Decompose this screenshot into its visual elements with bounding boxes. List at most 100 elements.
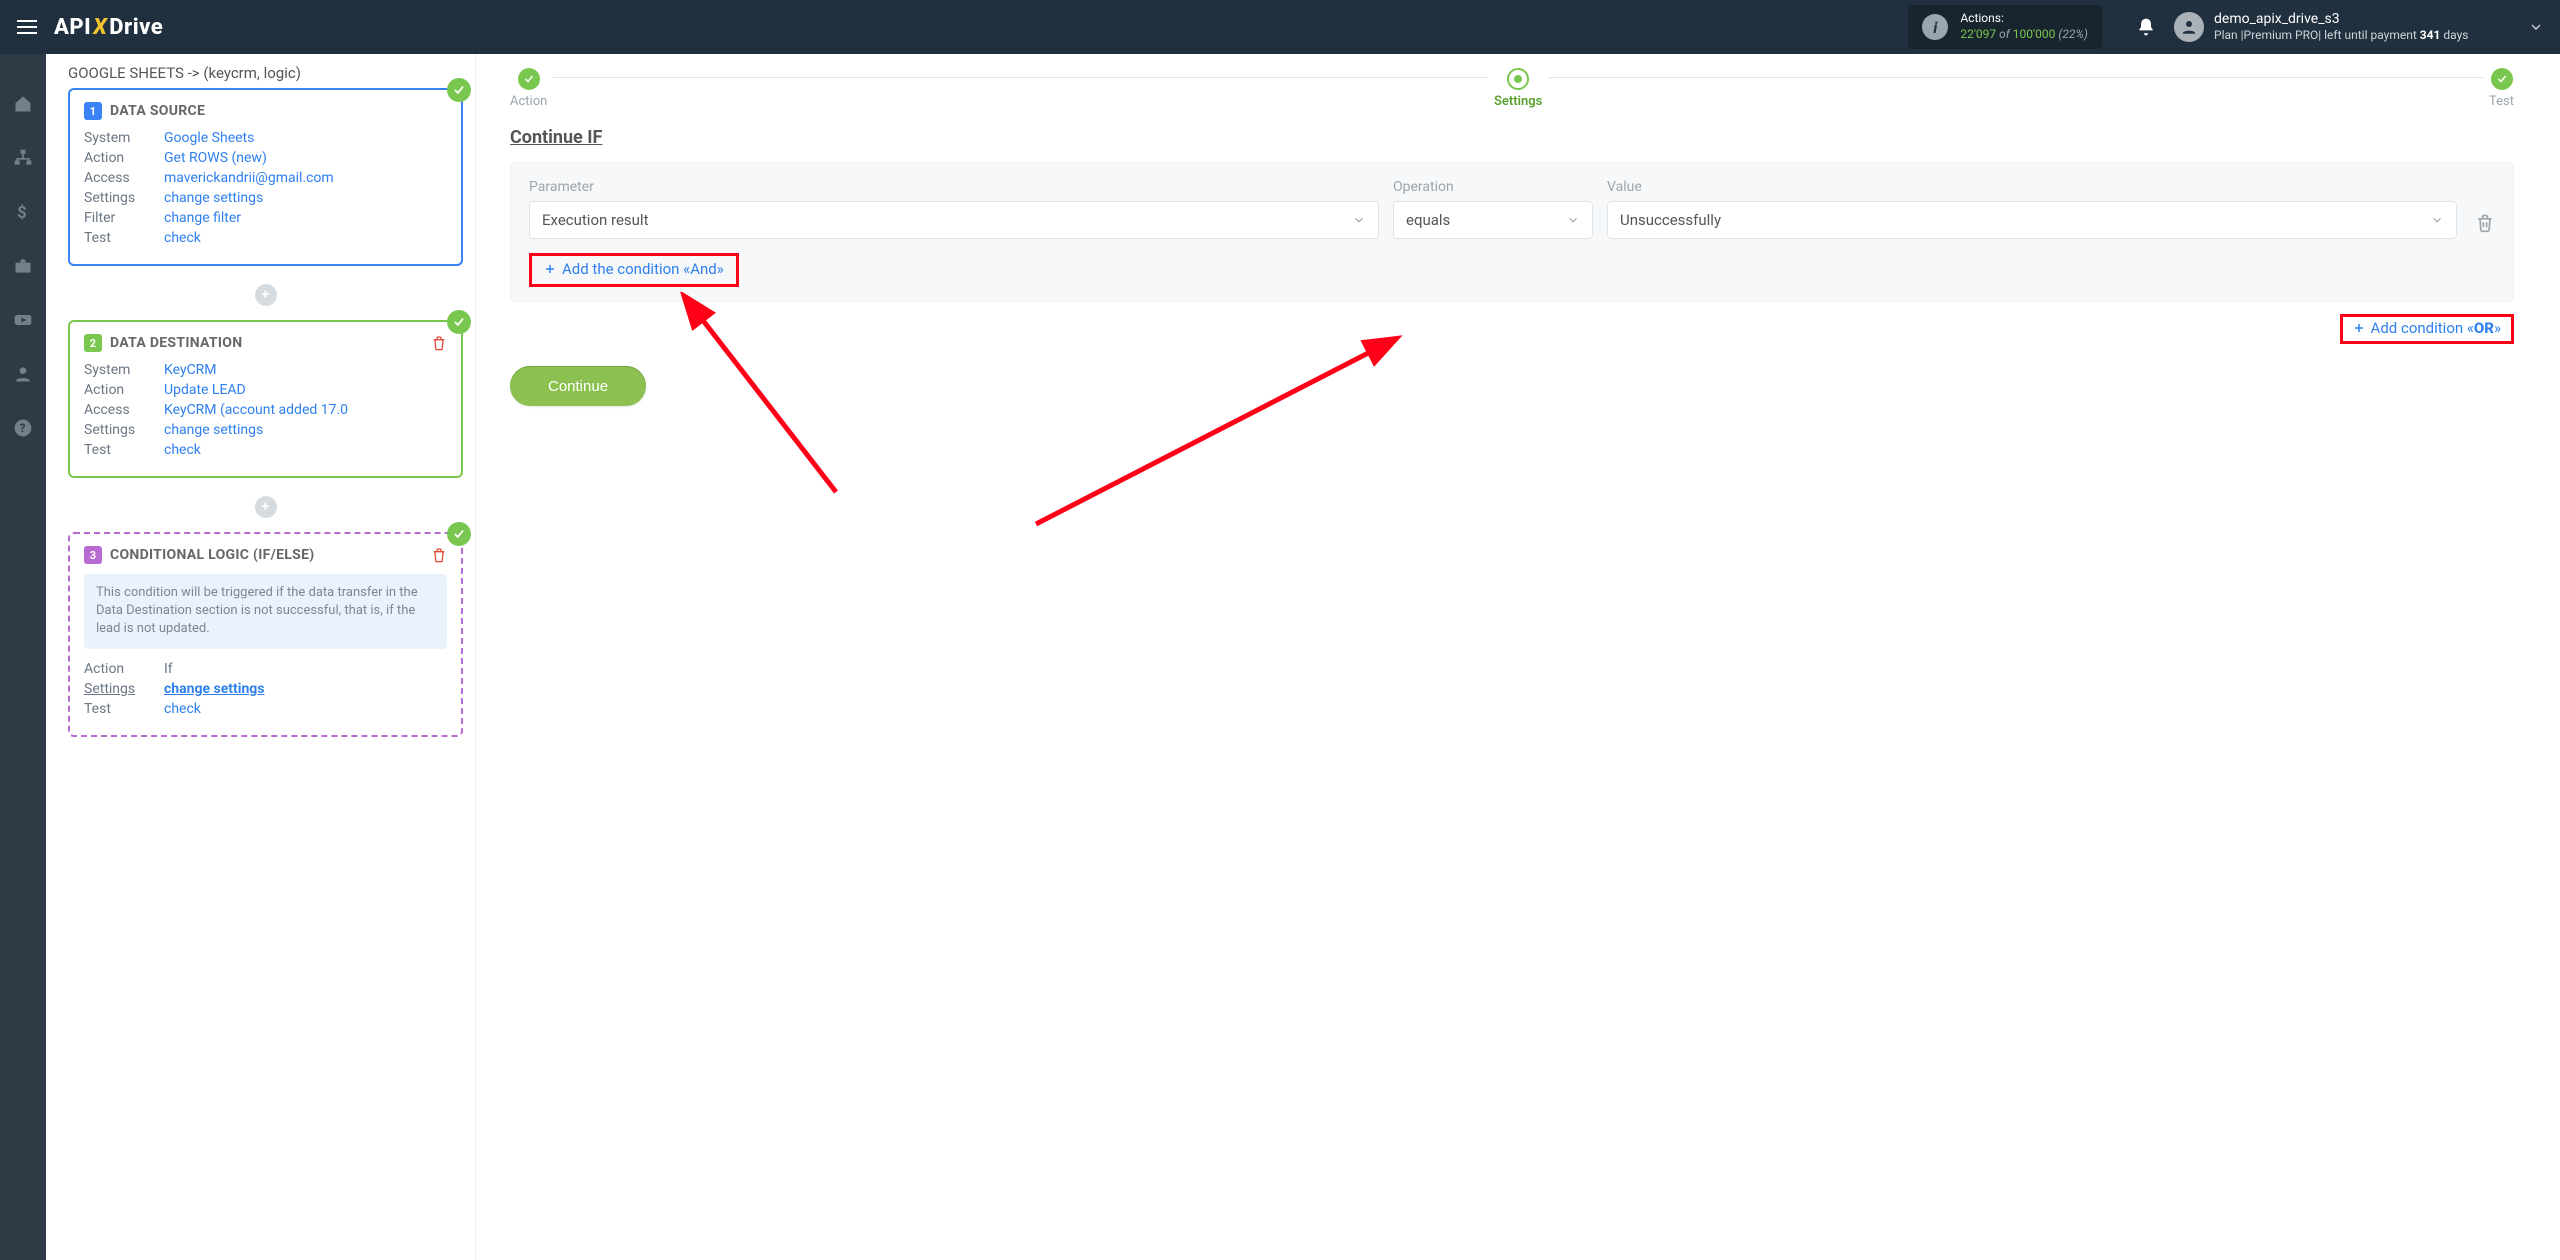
- dollar-icon[interactable]: $: [13, 202, 33, 222]
- card-data-destination[interactable]: 2 DATA DESTINATION SystemKeyCRM ActionUp…: [68, 320, 463, 478]
- label-test: Test: [84, 230, 164, 246]
- continue-button[interactable]: Continue: [510, 366, 646, 406]
- logo-x: X: [93, 15, 107, 40]
- briefcase-icon[interactable]: [13, 256, 33, 276]
- steps: Action Settings Test: [510, 68, 2514, 109]
- check-icon: [447, 310, 471, 334]
- add-and-label: Add the condition «And»: [562, 260, 724, 278]
- main: $ ? GOOGLE SHEETS -> (keycrm, logic) 1 D…: [0, 54, 2560, 1260]
- check-icon: [518, 68, 540, 90]
- value-settings[interactable]: change settings: [164, 422, 263, 438]
- value-test[interactable]: check: [164, 442, 201, 458]
- section-title: Continue IF: [510, 127, 2514, 148]
- value-access[interactable]: KeyCRM (account added 17.0: [164, 402, 348, 418]
- actions-pct: (22%): [2058, 27, 2088, 41]
- info-icon: i: [1922, 14, 1948, 40]
- card-title: CONDITIONAL LOGIC (IF/ELSE): [110, 547, 314, 563]
- operation-value: equals: [1406, 211, 1450, 229]
- field-value: Value Unsuccessfully: [1607, 179, 2457, 239]
- annotation-arrow-right: [1016, 334, 1436, 534]
- value-test[interactable]: check: [164, 230, 201, 246]
- add-or-condition-button[interactable]: Add condition «OR»: [2340, 314, 2514, 344]
- chevron-down-icon: [1352, 213, 1366, 227]
- label-action: Action: [84, 150, 164, 166]
- svg-text:?: ?: [20, 421, 26, 435]
- value-access[interactable]: maverickandrii@gmail.com: [164, 170, 334, 186]
- user-name: demo_apix_drive_s3: [2214, 10, 2468, 28]
- add-step-button[interactable]: +: [255, 496, 277, 518]
- card-data-source[interactable]: 1 DATA SOURCE SystemGoogle Sheets Action…: [68, 88, 463, 266]
- value-filter[interactable]: change filter: [164, 210, 241, 226]
- breadcrumb: GOOGLE SHEETS -> (keycrm, logic): [68, 64, 463, 82]
- value-system[interactable]: KeyCRM: [164, 362, 217, 378]
- actions-label: Actions:: [1960, 11, 2088, 27]
- user-block[interactable]: demo_apix_drive_s3 Plan |Premium PRO| le…: [2174, 10, 2514, 44]
- check-icon: [447, 522, 471, 546]
- step-label: Settings: [1494, 94, 1542, 109]
- value-system[interactable]: Google Sheets: [164, 130, 254, 146]
- label-settings: Settings: [84, 422, 164, 438]
- value-settings[interactable]: change settings: [164, 681, 264, 697]
- chevron-down-icon[interactable]: [2528, 19, 2544, 35]
- topbar: API X Drive i Actions: 22'097 of 100'000…: [0, 0, 2560, 54]
- step-label: Test: [2489, 94, 2514, 109]
- hamburger-menu[interactable]: [0, 0, 54, 54]
- card-title: DATA DESTINATION: [110, 335, 242, 351]
- value-value: Unsuccessfully: [1620, 211, 1721, 229]
- value-select[interactable]: Unsuccessfully: [1607, 201, 2457, 239]
- bell-icon[interactable]: [2136, 17, 2156, 37]
- label-system: System: [84, 362, 164, 378]
- sitemap-icon[interactable]: [13, 148, 33, 168]
- add-or-label: Add condition «OR»: [2371, 319, 2501, 337]
- parameter-value: Execution result: [542, 211, 648, 229]
- trash-icon[interactable]: [431, 335, 447, 351]
- label-action: Action: [84, 382, 164, 398]
- avatar-icon: [2174, 12, 2204, 42]
- chevron-down-icon: [1566, 213, 1580, 227]
- condition-row: Parameter Execution result Operation equ…: [529, 179, 2495, 239]
- value-action[interactable]: Update LEAD: [164, 382, 246, 398]
- actions-box[interactable]: i Actions: 22'097 of 100'000 (22%): [1908, 5, 2102, 48]
- actions-count: 22'097: [1960, 27, 1996, 41]
- badge-2: 2: [84, 334, 102, 352]
- step-label: Action: [510, 94, 547, 109]
- step-action[interactable]: Action: [510, 68, 547, 109]
- label-filter: Filter: [84, 210, 164, 226]
- delete-condition-button[interactable]: [2475, 213, 2495, 233]
- trash-icon[interactable]: [431, 547, 447, 563]
- home-icon[interactable]: [13, 94, 33, 114]
- label-operation: Operation: [1393, 179, 1593, 195]
- label-value: Value: [1607, 179, 2457, 195]
- value-action: If: [164, 661, 173, 677]
- work-area: Action Settings Test Continue IF Paramet…: [476, 54, 2560, 1260]
- label-test: Test: [84, 701, 164, 717]
- check-icon: [447, 78, 471, 102]
- badge-3: 3: [84, 546, 102, 564]
- parameter-select[interactable]: Execution result: [529, 201, 1379, 239]
- help-icon[interactable]: ?: [13, 418, 33, 438]
- chevron-down-icon: [2430, 213, 2444, 227]
- active-dot-icon: [1507, 68, 1529, 90]
- user-text: demo_apix_drive_s3 Plan |Premium PRO| le…: [2214, 10, 2468, 44]
- add-step-button[interactable]: +: [255, 284, 277, 306]
- operation-select[interactable]: equals: [1393, 201, 1593, 239]
- card-title: DATA SOURCE: [110, 103, 205, 119]
- value-settings[interactable]: change settings: [164, 190, 263, 206]
- logo-text-pre: API: [54, 15, 91, 40]
- video-icon[interactable]: [13, 310, 33, 330]
- check-icon: [2491, 68, 2513, 90]
- card-conditional-logic[interactable]: 3 CONDITIONAL LOGIC (IF/ELSE) This condi…: [68, 532, 463, 737]
- label-parameter: Parameter: [529, 179, 1379, 195]
- add-and-condition-button[interactable]: Add the condition «And»: [529, 253, 739, 287]
- condition-box: Parameter Execution result Operation equ…: [510, 162, 2514, 302]
- step-test[interactable]: Test: [2489, 68, 2514, 109]
- logo[interactable]: API X Drive: [54, 15, 163, 40]
- label-system: System: [84, 130, 164, 146]
- content: GOOGLE SHEETS -> (keycrm, logic) 1 DATA …: [46, 54, 2560, 1260]
- value-action[interactable]: Get ROWS (new): [164, 150, 267, 166]
- value-test[interactable]: check: [164, 701, 201, 717]
- step-settings[interactable]: Settings: [1494, 68, 1542, 109]
- label-action: Action: [84, 661, 164, 677]
- side-panel: GOOGLE SHEETS -> (keycrm, logic) 1 DATA …: [46, 54, 476, 1260]
- user-icon[interactable]: [13, 364, 33, 384]
